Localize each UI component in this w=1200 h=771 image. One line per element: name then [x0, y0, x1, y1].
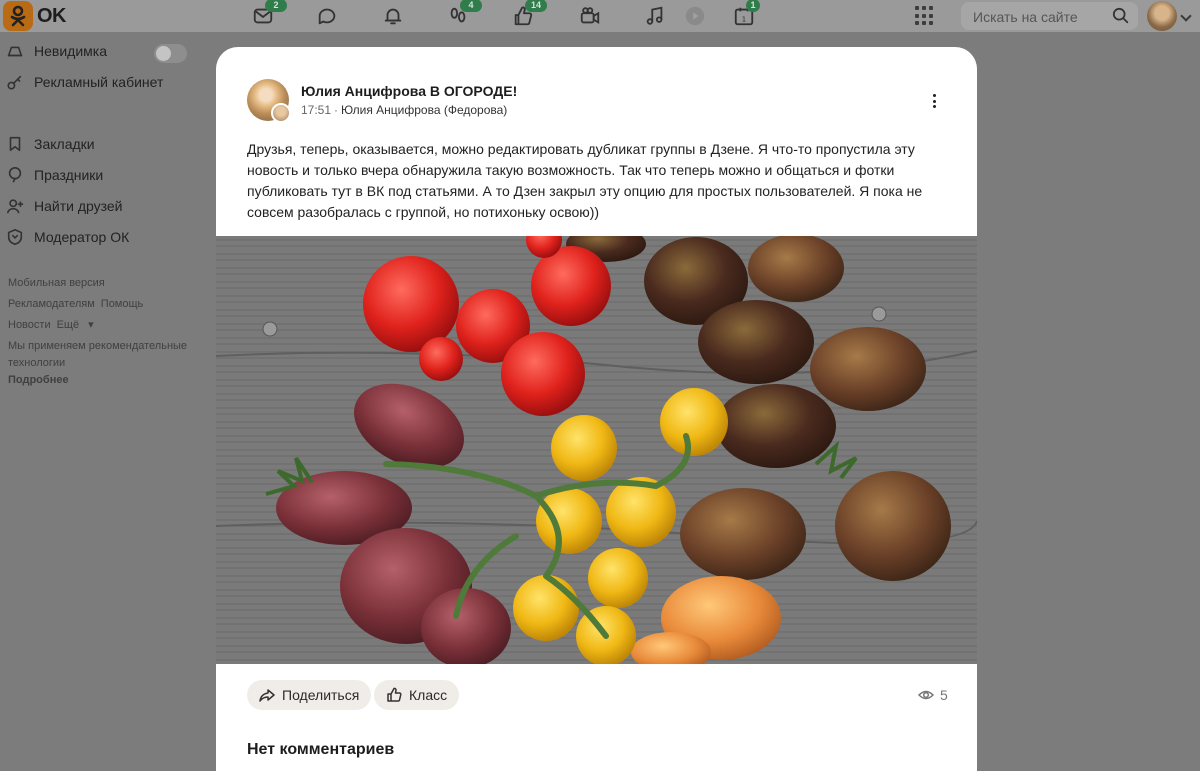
- details-link[interactable]: Подробнее: [8, 372, 198, 389]
- eye-icon: [918, 690, 934, 700]
- search-icon[interactable]: [1112, 7, 1130, 25]
- more-options-icon[interactable]: [926, 92, 942, 110]
- group-avatar[interactable]: [271, 103, 291, 123]
- likes-badge: 14: [525, 0, 547, 12]
- like-icon: [387, 687, 402, 702]
- recommendation-notice: Мы применяем рекомендательные технологии: [8, 340, 188, 369]
- incognito-icon: [7, 46, 23, 57]
- likes-icon[interactable]: 14: [511, 0, 547, 28]
- like-button[interactable]: Класс: [374, 680, 460, 710]
- like-label: Класс: [409, 687, 448, 703]
- news-link[interactable]: Новости: [8, 319, 51, 331]
- chevron-down-icon[interactable]: [1180, 10, 1192, 22]
- sidebar-item-label: Праздники: [34, 167, 104, 183]
- sidebar-item-ads-cabinet[interactable]: Рекламный кабинет: [6, 73, 163, 91]
- search-input[interactable]: Искать на сайте: [973, 9, 1078, 25]
- music-icon[interactable]: [643, 4, 667, 28]
- tomatoes-photo: [216, 236, 977, 664]
- share-button[interactable]: Поделиться: [247, 680, 372, 710]
- sidebar-item-moderator[interactable]: Модератор ОК: [6, 228, 129, 246]
- meta-separator: ·: [334, 103, 339, 117]
- search-box[interactable]: Искать на сайте: [961, 2, 1138, 30]
- sidebar-item-label: Невидимка: [34, 43, 107, 59]
- discussions-icon[interactable]: [315, 4, 339, 28]
- post-time: 17:51: [301, 103, 332, 117]
- sidebar-footer: Мобильная версия Рекламодателям Помощь Но…: [8, 273, 198, 389]
- post-author[interactable]: Юлия Анцифрова В ОГОРОДЕ!: [301, 83, 517, 99]
- video-icon[interactable]: [578, 4, 602, 28]
- mobile-version-link[interactable]: Мобильная версия: [8, 277, 105, 289]
- notifications-icon[interactable]: [381, 4, 405, 28]
- key-icon: [7, 75, 22, 90]
- guests-badge: 4: [460, 0, 482, 12]
- add-user-icon: [6, 199, 24, 214]
- ok-logo[interactable]: OK: [3, 1, 67, 31]
- post-meta: 17:51 · Юлия Анцифрова (Федорова): [301, 103, 507, 117]
- sidebar-item-label: Рекламный кабинет: [34, 74, 164, 90]
- guests-icon[interactable]: 4: [446, 0, 482, 28]
- shield-icon: [7, 228, 23, 246]
- sidebar-item-label: Закладки: [34, 136, 95, 152]
- top-bar: OK 2 4 14 1 1 Искать на сайте: [0, 0, 1200, 32]
- sidebar-item-label: Найти друзей: [34, 198, 123, 214]
- help-link[interactable]: Помощь: [101, 298, 144, 310]
- user-avatar[interactable]: [1147, 1, 1177, 31]
- messages-badge: 2: [265, 0, 287, 12]
- bookmark-icon: [9, 136, 21, 152]
- sidebar-item-invisible[interactable]: Невидимка: [6, 42, 107, 60]
- more-label: Ещё: [56, 319, 80, 331]
- sidebar-item-holidays[interactable]: Праздники: [6, 166, 103, 184]
- ok-logo-icon: [3, 1, 33, 31]
- events-badge: 1: [746, 0, 760, 12]
- views-count: 5: [940, 687, 948, 703]
- svg-text:1: 1: [742, 15, 747, 24]
- post-modal: Юлия Анцифрова В ОГОРОДЕ! 17:51 · Юлия Анц…: [216, 47, 977, 771]
- invisible-toggle[interactable]: [154, 44, 187, 63]
- logo-text: OK: [37, 4, 67, 27]
- play-icon[interactable]: [683, 4, 707, 28]
- views-counter: 5: [918, 687, 948, 703]
- balloon-icon: [8, 166, 22, 183]
- no-comments-heading: Нет комментариев: [247, 741, 395, 758]
- post-photo[interactable]: [216, 236, 977, 664]
- advertisers-link[interactable]: Рекламодателям: [8, 298, 95, 310]
- post-sub-author[interactable]: Юлия Анцифрова (Федорова): [341, 103, 507, 117]
- apps-grid-icon[interactable]: [915, 6, 935, 26]
- post-text: Друзья, теперь, оказывается, можно редак…: [247, 141, 923, 220]
- messages-icon[interactable]: 2: [251, 0, 287, 28]
- sidebar-item-label: Модератор ОК: [34, 229, 130, 245]
- sidebar-item-find-friends[interactable]: Найти друзей: [6, 197, 123, 215]
- more-link[interactable]: Ещё ▾: [57, 319, 100, 331]
- sidebar-item-bookmarks[interactable]: Закладки: [6, 135, 95, 153]
- share-label: Поделиться: [282, 687, 360, 703]
- caret-down-icon: ▾: [88, 319, 94, 331]
- share-icon: [259, 689, 275, 702]
- calendar-icon[interactable]: 1 1: [732, 0, 760, 28]
